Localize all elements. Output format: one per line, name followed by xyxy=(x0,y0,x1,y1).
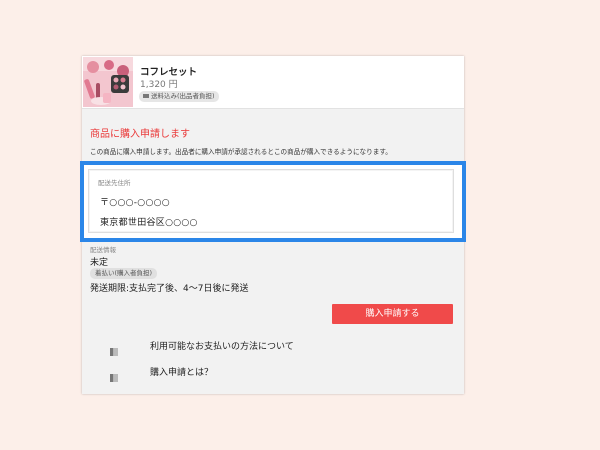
request-description: この商品に購入申請します。出品者に購入申請が承認されるとこの商品が購入できるよう… xyxy=(90,148,392,156)
product-summary: コフレセット 1,320 円 送料込み(出品者負担) xyxy=(82,56,464,109)
request-heading: 商品に購入申請します xyxy=(90,129,190,140)
shipping-address-highlight: 配送先住所 〒○○○-○○○○ 東京都世田谷区○○○○ xyxy=(80,161,466,242)
purchase-request-card: コフレセット 1,320 円 送料込み(出品者負担) 商品に購入申請します この… xyxy=(80,56,466,394)
shipping-fee-badge-label: 送料込み(出品者負担) xyxy=(151,92,215,100)
address-line: 東京都世田谷区○○○○ xyxy=(100,218,198,228)
address-zip: 〒○○○-○○○○ xyxy=(100,198,170,208)
shipping-status: 未定 xyxy=(90,258,109,268)
payment-methods-link-label: 利用可能なお支払いの方法について xyxy=(150,342,294,352)
what-is-request-link-label: 購入申請とは？ xyxy=(150,368,214,378)
product-name: コフレセット xyxy=(140,67,198,78)
product-thumbnail xyxy=(83,57,133,107)
shipping-deadline: 発送期限:支払完了後、4〜7日後に発送 xyxy=(90,284,249,294)
shipping-info-label: 配送情報 xyxy=(90,246,116,254)
product-price: 1,320 円 xyxy=(140,80,178,90)
submit-request-button[interactable]: 購入申請する xyxy=(332,304,453,324)
shipping-payment-badge: 着払い(購入者負担) xyxy=(90,268,158,279)
book-icon xyxy=(110,341,118,356)
shipping-address-panel[interactable]: 配送先住所 〒○○○-○○○○ 東京都世田谷区○○○○ xyxy=(88,169,454,233)
address-label: 配送先住所 xyxy=(98,179,131,187)
truck-icon xyxy=(143,94,149,98)
shipping-fee-badge: 送料込み(出品者負担) xyxy=(139,91,219,102)
book-icon xyxy=(110,367,118,382)
